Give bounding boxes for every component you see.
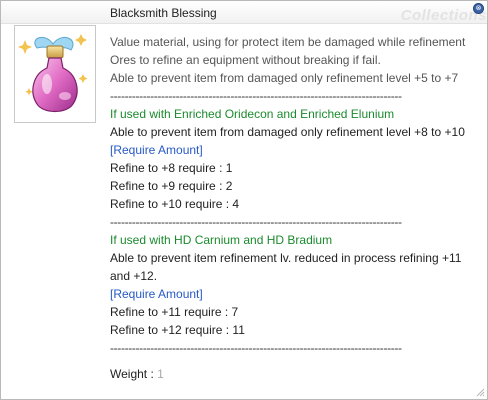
weight-value: 1 xyxy=(157,367,164,381)
item-image xyxy=(14,25,96,123)
description-line: Able to prevent item refinement lv. redu… xyxy=(110,251,462,265)
close-button[interactable]: ⊗ xyxy=(473,3,484,14)
require-amount-label: [Require Amount] xyxy=(110,287,203,301)
resize-grip-icon[interactable] xyxy=(475,387,485,397)
require-row: Refine to +11 require : 7 xyxy=(110,305,239,319)
potion-bottle-icon xyxy=(18,34,88,113)
description-line: Able to prevent item from damaged only r… xyxy=(110,71,459,85)
section-heading: If used with Enriched Oridecon and Enric… xyxy=(110,107,395,121)
window-title: Blacksmith Blessing xyxy=(110,6,217,20)
separator: ----------------------------------------… xyxy=(110,89,402,103)
require-row: Refine to +9 require : 2 xyxy=(110,179,233,193)
require-amount-label: [Require Amount] xyxy=(110,143,203,157)
section-heading: If used with HD Carnium and HD Bradium xyxy=(110,233,333,247)
require-row: Refine to +10 require : 4 xyxy=(110,197,240,211)
description-line: Value material, using for protect item b… xyxy=(110,35,466,49)
weight-line: Weight : 1 xyxy=(110,365,482,383)
description-line: Able to prevent item from damaged only r… xyxy=(110,125,465,139)
require-row: Refine to +8 require : 1 xyxy=(110,161,233,175)
description-line: Ores to refine an equipment without brea… xyxy=(110,53,381,67)
weight-label: Weight : xyxy=(110,367,158,381)
description-line: and +12. xyxy=(110,269,158,283)
separator: ----------------------------------------… xyxy=(110,341,402,355)
item-info-window: Blacksmith Blessing Collections ⊗ Value … xyxy=(0,0,488,400)
item-description: Value material, using for protect item b… xyxy=(110,33,482,383)
title-bar[interactable]: Blacksmith Blessing Collections ⊗ xyxy=(1,1,487,24)
require-row: Refine to +12 require : 11 xyxy=(110,323,245,337)
separator: ----------------------------------------… xyxy=(110,215,402,229)
